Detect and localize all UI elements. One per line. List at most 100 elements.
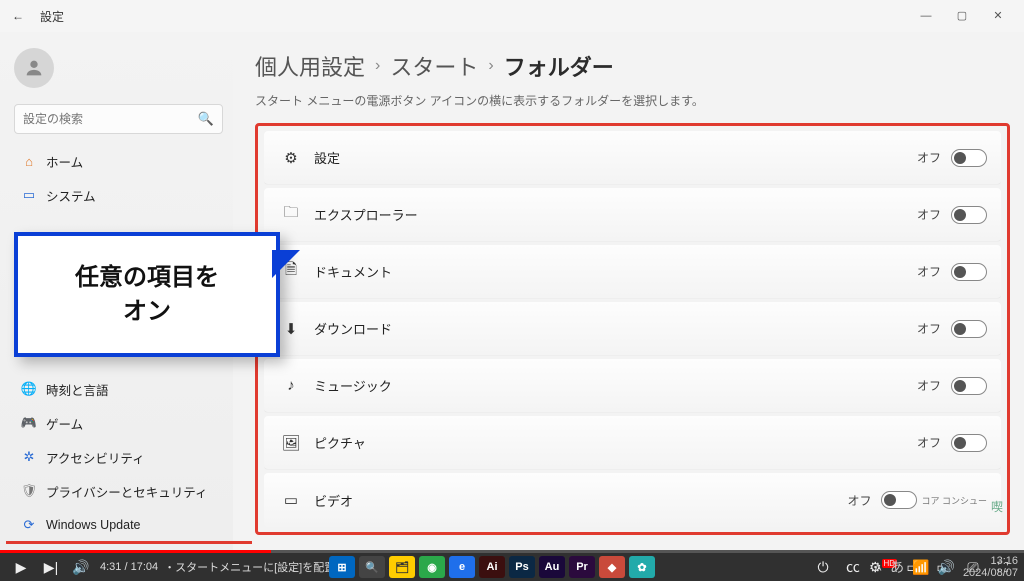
minimize-button[interactable]: — — [908, 2, 944, 30]
row-label: ドキュメント — [314, 262, 917, 281]
profile[interactable] — [14, 48, 223, 88]
sidebar-item-accessibility[interactable]: ✲ アクセシビリティ — [10, 440, 227, 474]
toggle-state: オフ — [917, 206, 941, 223]
toggle-state: オフ — [917, 149, 941, 166]
tray-volume-icon[interactable]: 🔊 — [938, 559, 955, 576]
instruction-callout: 任意の項目を オン — [14, 232, 280, 357]
volume-button[interactable]: 🔊 — [66, 559, 96, 576]
row-settings[interactable]: ⚙ 設定 オフ — [264, 131, 1001, 185]
taskbar-search-icon[interactable]: 🔍 — [359, 556, 385, 578]
globe-icon: 🌐 — [18, 381, 40, 397]
maximize-button[interactable]: ▢ — [944, 2, 980, 30]
tray-wifi-icon[interactable]: 📶 — [912, 559, 929, 576]
sidebar-item-label: アクセシビリティ — [46, 448, 145, 467]
sidebar-item-gaming[interactable]: 🎮 ゲーム — [10, 406, 227, 440]
sidebar-item-label: 時刻と言語 — [46, 380, 109, 399]
row-downloads[interactable]: ⬇ ダウンロード オフ — [264, 302, 1001, 356]
taskbar-pr-icon[interactable]: Pr — [569, 556, 595, 578]
toggle-switch[interactable] — [951, 377, 987, 395]
search-box[interactable]: 🔍 — [14, 104, 223, 134]
back-button[interactable]: ← — [8, 9, 28, 23]
row-label: 設定 — [314, 148, 917, 167]
folder-icon: 🗀 — [278, 202, 304, 227]
taskbar-explorer-icon[interactable]: 🗂 — [389, 556, 415, 578]
breadcrumb-sep: › — [375, 57, 380, 75]
music-icon: ♪ — [278, 377, 304, 394]
video-icon: ▭ — [278, 491, 304, 509]
game-icon: 🎮 — [18, 415, 40, 431]
sidebar-item-windows-update[interactable]: ⟳ Windows Update — [10, 508, 227, 542]
taskbar-apps: ⊞ 🔍 🗂 ◉ e Ai Ps Au Pr ◆ ✿ — [280, 555, 704, 579]
toggle-switch[interactable] — [881, 491, 917, 509]
dimmed-extra-text: コア コンシュー — [921, 494, 987, 507]
close-button[interactable]: ✕ — [980, 2, 1016, 30]
callout-arrow — [273, 254, 293, 274]
toggle-switch[interactable] — [951, 206, 987, 224]
toggle-state: オフ — [917, 320, 941, 337]
breadcrumb: 個人用設定 › スタート › フォルダー — [255, 50, 1010, 82]
row-label: ピクチャ — [314, 433, 917, 452]
row-label: ビデオ — [314, 491, 847, 510]
taskbar-windows-icon[interactable]: ⊞ — [329, 556, 355, 578]
video-progress[interactable] — [0, 550, 1024, 553]
row-explorer[interactable]: 🗀 エクスプローラー オフ — [264, 188, 1001, 242]
toggle-switch[interactable] — [951, 434, 987, 452]
row-label: ミュージック — [314, 376, 917, 395]
row-pictures[interactable]: 🖼 ピクチャ オフ — [264, 416, 1001, 470]
callout-text: 任意の項目を オン — [75, 261, 219, 328]
row-label: エクスプローラー — [314, 205, 917, 224]
toggle-state: オフ — [917, 377, 941, 394]
breadcrumb-folders: フォルダー — [504, 50, 614, 82]
breadcrumb-personalization[interactable]: 個人用設定 — [255, 50, 365, 82]
avatar — [14, 48, 54, 88]
shield-icon: 🛡 — [18, 483, 40, 499]
sidebar-item-label: プライバシーとセキュリティ — [46, 482, 208, 501]
system-tray[interactable]: ˄ あ 📶 🔊 13:16 2024/08/07 — [874, 555, 1018, 579]
taskbar-au-icon[interactable]: Au — [539, 556, 565, 578]
row-music[interactable]: ♪ ミュージック オフ — [264, 359, 1001, 413]
row-documents[interactable]: 🗎 ドキュメント オフ — [264, 245, 1001, 299]
system-icon: ▭ — [18, 187, 40, 203]
picture-icon: 🖼 — [278, 434, 304, 452]
tray-ime-icon[interactable]: あ — [890, 557, 904, 577]
sidebar-item-time-language[interactable]: 🌐 時刻と言語 — [10, 372, 227, 406]
folders-panel-highlight: ⚙ 設定 オフ 🗀 エクスプローラー オフ 🗎 ドキュメント オフ ⬇ ダウンロ… — [255, 123, 1010, 535]
window-titlebar: ← 設定 — ▢ ✕ — [0, 0, 1024, 32]
search-icon: 🔍 — [198, 111, 214, 127]
row-video[interactable]: ▭ ビデオ オフ コア コンシュー — [264, 473, 1001, 527]
taskbar-chrome-icon[interactable]: ◉ — [419, 556, 445, 578]
sidebar-item-label: システム — [46, 186, 96, 205]
next-button[interactable]: ▶| — [36, 559, 66, 576]
main-content: 個人用設定 › スタート › フォルダー スタート メニューの電源ボタン アイコ… — [233, 32, 1024, 553]
tray-chevron-icon[interactable]: ˄ — [874, 559, 882, 575]
taskbar-app-icon[interactable]: ◆ — [599, 556, 625, 578]
clock-date: 2024/08/07 — [963, 567, 1018, 579]
breadcrumb-start[interactable]: スタート — [390, 50, 478, 82]
taskbar-edge-icon[interactable]: e — [449, 556, 475, 578]
captions-button[interactable]: ㏄ — [838, 557, 868, 577]
toggle-state: オフ — [917, 434, 941, 451]
window-title: 設定 — [40, 8, 64, 25]
sidebar-item-home[interactable]: ⌂ ホーム — [10, 144, 227, 178]
breadcrumb-sep: › — [488, 57, 493, 75]
sidebar-item-label: ホーム — [46, 152, 83, 171]
sidebar-item-privacy[interactable]: 🛡 プライバシーとセキュリティ — [10, 474, 227, 508]
taskbar-ps-icon[interactable]: Ps — [509, 556, 535, 578]
toggle-switch[interactable] — [951, 320, 987, 338]
home-icon: ⌂ — [18, 154, 40, 169]
taskbar-ai-icon[interactable]: Ai — [479, 556, 505, 578]
page-subheading: スタート メニューの電源ボタン アイコンの横に表示するフォルダーを選択します。 — [255, 92, 1010, 109]
accessibility-icon: ✲ — [18, 449, 40, 465]
sidebar-item-system[interactable]: ▭ システム — [10, 178, 227, 212]
autoplay-toggle[interactable]: ⏻ — [808, 559, 838, 576]
sidebar-item-label: ゲーム — [46, 414, 83, 433]
toggle-switch[interactable] — [951, 263, 987, 281]
screen-watermark: 喫 — [982, 491, 1012, 521]
play-button[interactable]: ▶ — [6, 559, 36, 576]
search-input[interactable] — [23, 112, 198, 126]
toggle-switch[interactable] — [951, 149, 987, 167]
taskbar-app2-icon[interactable]: ✿ — [629, 556, 655, 578]
gear-icon: ⚙ — [278, 149, 304, 167]
update-icon: ⟳ — [18, 517, 40, 533]
video-time: 4:31 / 17:04 — [100, 561, 158, 573]
